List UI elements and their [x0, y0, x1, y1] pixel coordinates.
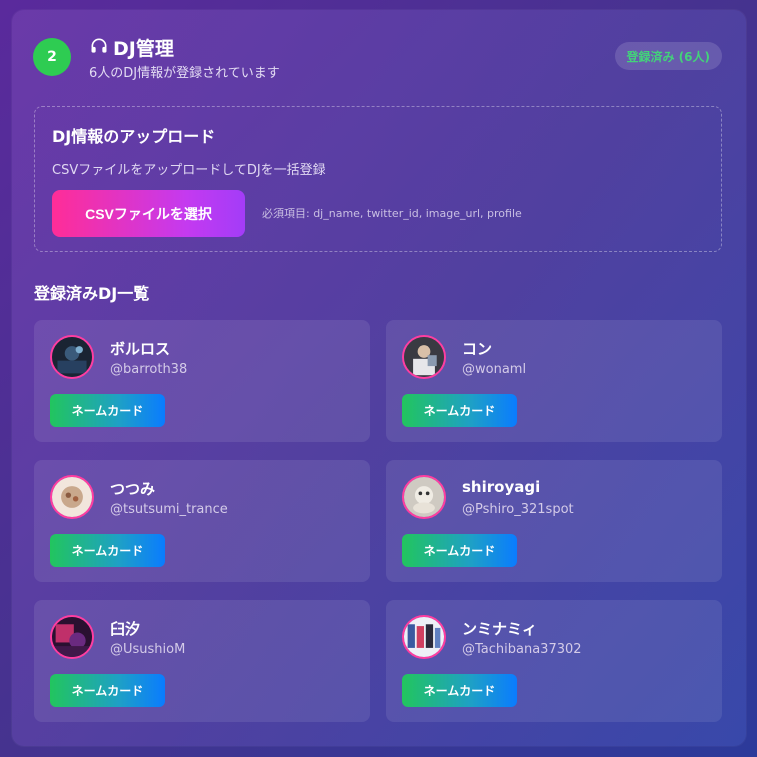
dj-card: ボルロス @barroth38 ネームカード: [34, 320, 370, 442]
dj-management-panel: 2 DJ管理 6人のDJ情報が登録されています 登録済み (6人) DJ情報のア…: [12, 10, 746, 746]
upload-section: DJ情報のアップロード CSVファイルをアップロードしてDJを一括登録 CSVフ…: [34, 106, 722, 252]
upload-title: DJ情報のアップロード: [52, 127, 216, 146]
required-fields-hint: 必須項目: dj_name, twitter_id, image_url, pr…: [262, 207, 522, 220]
dj-handle: @Pshiro_321spot: [462, 502, 574, 517]
dj-name: つつみ: [110, 480, 156, 498]
dj-card: shiroyagi @Pshiro_321spot ネームカード: [386, 460, 722, 582]
avatar: [402, 615, 446, 659]
name-card-button[interactable]: ネームカード: [402, 534, 517, 567]
avatar: [50, 475, 94, 519]
dj-name: shiroyagi: [462, 478, 541, 496]
csv-select-button[interactable]: CSVファイルを選択: [52, 190, 245, 237]
dj-handle: @wonaml: [462, 362, 527, 377]
dj-name: コン: [462, 340, 493, 358]
name-card-button[interactable]: ネームカード: [402, 674, 517, 707]
avatar: [50, 615, 94, 659]
name-card-button[interactable]: ネームカード: [402, 394, 517, 427]
dj-list-title: 登録済みDJ一覧: [34, 284, 150, 303]
dj-card: 臼汐 @UsushioM ネームカード: [34, 600, 370, 722]
dj-name: ボルロス: [110, 340, 171, 358]
dj-card: つつみ @tsutsumi_trance ネームカード: [34, 460, 370, 582]
dj-card: コン @wonaml ネームカード: [386, 320, 722, 442]
dj-card: ンミナミィ @Tachibana37302 ネームカード: [386, 600, 722, 722]
dj-handle: @barroth38: [110, 362, 188, 377]
page-subtitle: 6人のDJ情報が登録されています: [89, 66, 280, 81]
dj-handle: @UsushioM: [110, 642, 186, 657]
avatar: [50, 335, 94, 379]
step-number: 2: [33, 38, 71, 76]
dj-name: ンミナミィ: [462, 620, 538, 638]
name-card-button[interactable]: ネームカード: [50, 674, 165, 707]
headphones-icon: [89, 36, 109, 60]
avatar: [402, 335, 446, 379]
dj-handle: @tsutsumi_trance: [110, 502, 228, 517]
name-card-button[interactable]: ネームカード: [50, 394, 165, 427]
name-card-button[interactable]: ネームカード: [50, 534, 165, 567]
upload-description: CSVファイルをアップロードしてDJを一括登録: [52, 163, 326, 178]
status-badge: 登録済み (6人): [614, 42, 722, 70]
dj-handle: @Tachibana37302: [462, 642, 582, 657]
avatar: [402, 475, 446, 519]
page-title: DJ管理: [113, 38, 174, 60]
title-row: DJ管理: [89, 34, 174, 61]
dj-name: 臼汐: [110, 620, 141, 638]
